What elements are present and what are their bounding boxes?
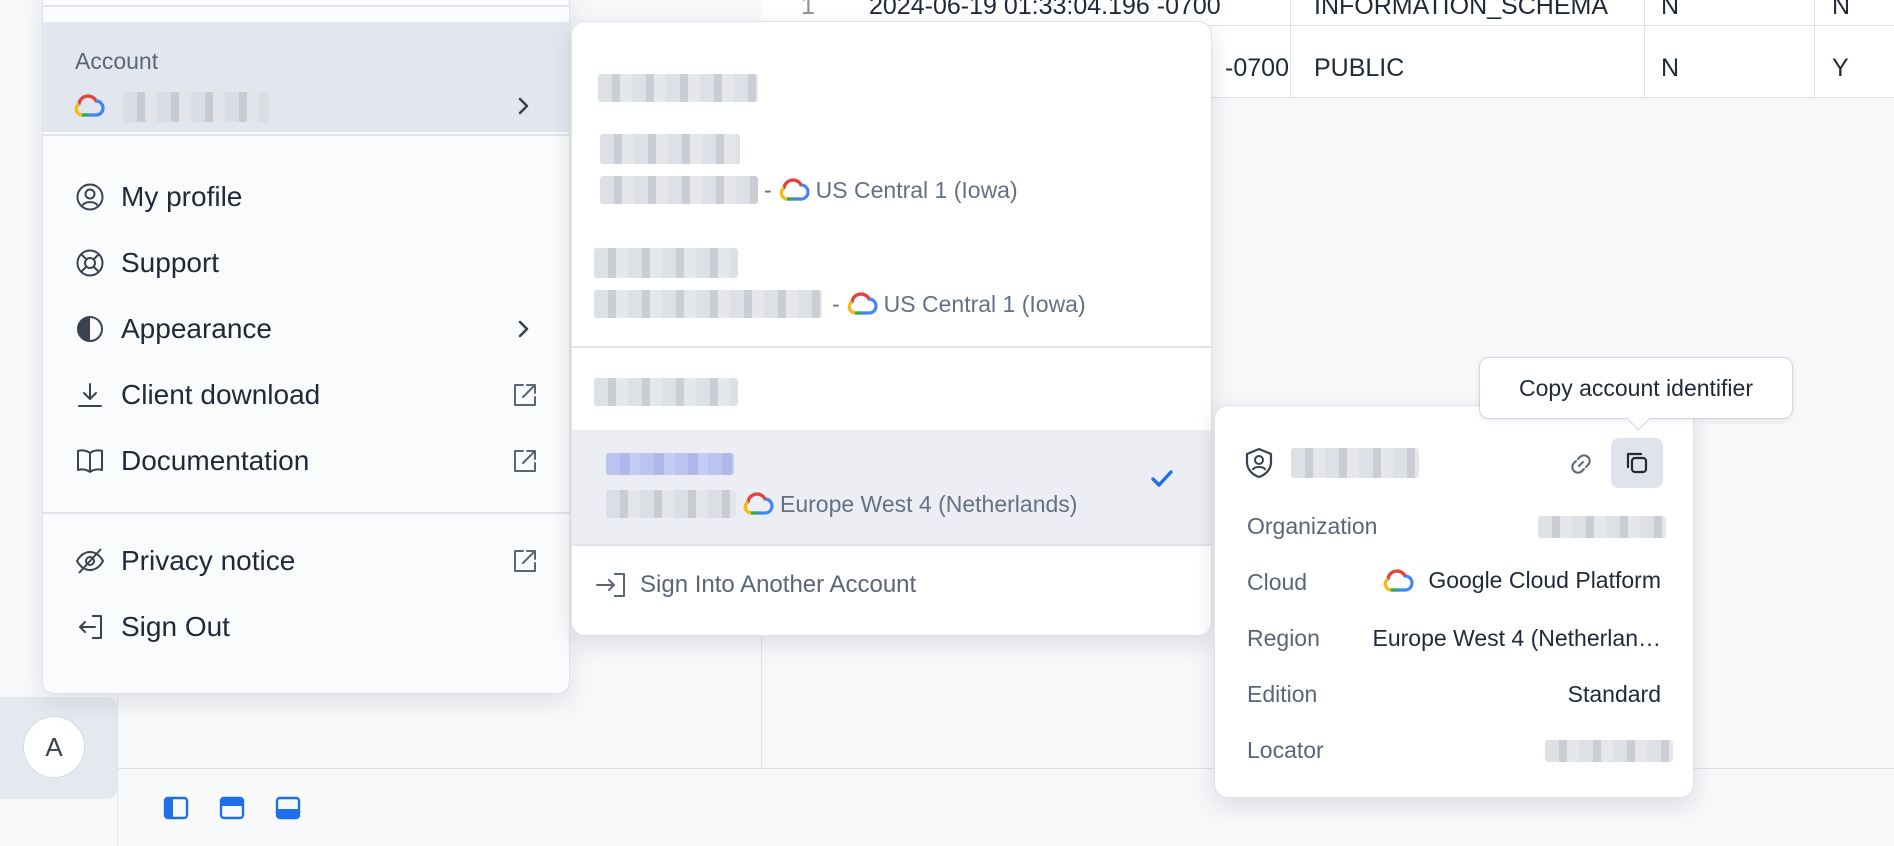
column-divider bbox=[1644, 0, 1645, 98]
eye-off-icon bbox=[73, 544, 107, 578]
locator-label: Locator bbox=[1247, 737, 1324, 763]
account-switcher: - US Central 1 (Iowa) - US Central 1 (Io… bbox=[571, 21, 1212, 636]
copy-account-identifier-button[interactable] bbox=[1611, 438, 1663, 488]
copy-tooltip: Copy account identifier bbox=[1479, 357, 1793, 419]
redacted-account-identifier bbox=[1291, 448, 1419, 478]
client-download-label: Client download bbox=[121, 379, 321, 410]
chevron-right-icon bbox=[518, 97, 529, 115]
gcp-cloud-icon bbox=[847, 292, 878, 315]
column-b-cell: Y bbox=[1832, 53, 1849, 82]
redacted-account-name[interactable] bbox=[598, 74, 758, 102]
documentation-item[interactable]: Documentation bbox=[73, 439, 543, 483]
redacted-account-url bbox=[600, 176, 758, 204]
appearance-label: Appearance bbox=[121, 313, 273, 344]
privacy-notice-item[interactable]: Privacy notice bbox=[73, 539, 543, 583]
external-link-icon bbox=[514, 550, 536, 572]
menu-divider bbox=[43, 134, 569, 136]
privacy-notice-label: Privacy notice bbox=[121, 545, 296, 576]
edition-value: Standard bbox=[1567, 681, 1661, 707]
redacted-account-name bbox=[606, 453, 734, 475]
my-profile-label: My profile bbox=[121, 181, 243, 212]
redacted-account-name[interactable] bbox=[594, 248, 738, 278]
user-circle-icon bbox=[73, 180, 107, 214]
region-value: Europe West 4 (Netherlan… bbox=[1372, 625, 1662, 651]
support-label: Support bbox=[121, 247, 220, 278]
column-divider bbox=[1290, 0, 1291, 98]
chevron-right-icon bbox=[518, 320, 529, 338]
contrast-icon bbox=[73, 312, 107, 346]
account-region: Europe West 4 (Netherlands) bbox=[780, 490, 1078, 517]
account-region-row: Europe West 4 (Netherlands) bbox=[606, 490, 1077, 518]
panel-top-icon[interactable] bbox=[219, 795, 245, 821]
documentation-label: Documentation bbox=[121, 445, 310, 476]
download-icon bbox=[73, 378, 107, 412]
redacted-locator-value bbox=[1545, 740, 1673, 762]
schema-name-cell: INFORMATION_SCHEMA bbox=[1314, 0, 1608, 20]
avatar[interactable]: A bbox=[23, 716, 85, 778]
cloud-value-text: Google Cloud Platform bbox=[1428, 567, 1661, 593]
cloud-label: Cloud bbox=[1247, 569, 1308, 595]
account-details-card: Organization Cloud Google Cloud Platform… bbox=[1214, 405, 1694, 798]
menu-divider bbox=[43, 5, 569, 7]
account-selector[interactable]: Account bbox=[43, 22, 569, 132]
redacted-organization-value bbox=[1538, 516, 1666, 538]
account-region: US Central 1 (Iowa) bbox=[815, 176, 1018, 203]
column-a-cell: N bbox=[1661, 0, 1680, 20]
user-menu: Account My profile Support Appearance Cl… bbox=[42, 0, 570, 694]
gcp-cloud-icon bbox=[1384, 568, 1414, 592]
gcp-cloud-icon bbox=[743, 492, 774, 515]
column-a-cell: N bbox=[1661, 53, 1680, 82]
account-region-row[interactable]: - US Central 1 (Iowa) bbox=[594, 290, 1086, 318]
redacted-org-name bbox=[594, 378, 738, 406]
region-label: Region bbox=[1247, 625, 1320, 651]
sign-in-label: Sign Into Another Account bbox=[640, 571, 917, 598]
cloud-value: Google Cloud Platform bbox=[1382, 567, 1661, 594]
book-icon bbox=[73, 444, 107, 478]
redacted-account-url bbox=[594, 290, 822, 318]
client-download-item[interactable]: Client download bbox=[73, 373, 543, 417]
menu-divider bbox=[572, 346, 1211, 348]
sign-into-another-account-button[interactable]: Sign Into Another Account bbox=[594, 570, 916, 600]
checkmark-icon bbox=[1151, 470, 1173, 487]
my-profile-item[interactable]: My profile bbox=[73, 175, 543, 219]
account-label: Account bbox=[75, 48, 159, 74]
organization-label: Organization bbox=[1247, 513, 1378, 539]
separator: - bbox=[832, 290, 840, 317]
sign-in-icon bbox=[596, 573, 625, 597]
menu-divider bbox=[43, 512, 569, 514]
panel-bottom-icon[interactable] bbox=[275, 795, 301, 821]
sign-out-label: Sign Out bbox=[121, 611, 230, 642]
gcp-cloud-icon bbox=[779, 178, 810, 201]
redacted-account-url bbox=[606, 490, 736, 518]
separator: - bbox=[764, 176, 772, 203]
sign-out-icon bbox=[73, 610, 107, 644]
link-icon[interactable] bbox=[1567, 450, 1595, 478]
redacted-account-name bbox=[123, 92, 269, 122]
account-region-row[interactable]: - US Central 1 (Iowa) bbox=[600, 176, 1018, 204]
edition-label: Edition bbox=[1247, 681, 1318, 707]
appearance-item[interactable]: Appearance bbox=[73, 307, 543, 351]
external-link-icon bbox=[514, 450, 536, 472]
selected-account-row[interactable] bbox=[572, 430, 1211, 544]
external-link-icon bbox=[514, 384, 536, 406]
redacted-account-name[interactable] bbox=[600, 134, 740, 164]
sign-out-item[interactable]: Sign Out bbox=[73, 605, 543, 649]
lifebuoy-icon bbox=[73, 246, 107, 280]
schema-name-cell: PUBLIC bbox=[1314, 53, 1405, 82]
shield-user-icon bbox=[1245, 447, 1273, 479]
column-divider bbox=[1814, 0, 1815, 98]
column-b-cell: N bbox=[1832, 0, 1851, 20]
panel-left-icon[interactable] bbox=[163, 795, 189, 821]
gcp-cloud-icon bbox=[74, 94, 105, 117]
copy-icon bbox=[1626, 452, 1648, 474]
account-region: US Central 1 (Iowa) bbox=[883, 290, 1086, 317]
support-item[interactable]: Support bbox=[73, 241, 543, 285]
menu-divider bbox=[572, 544, 1211, 546]
